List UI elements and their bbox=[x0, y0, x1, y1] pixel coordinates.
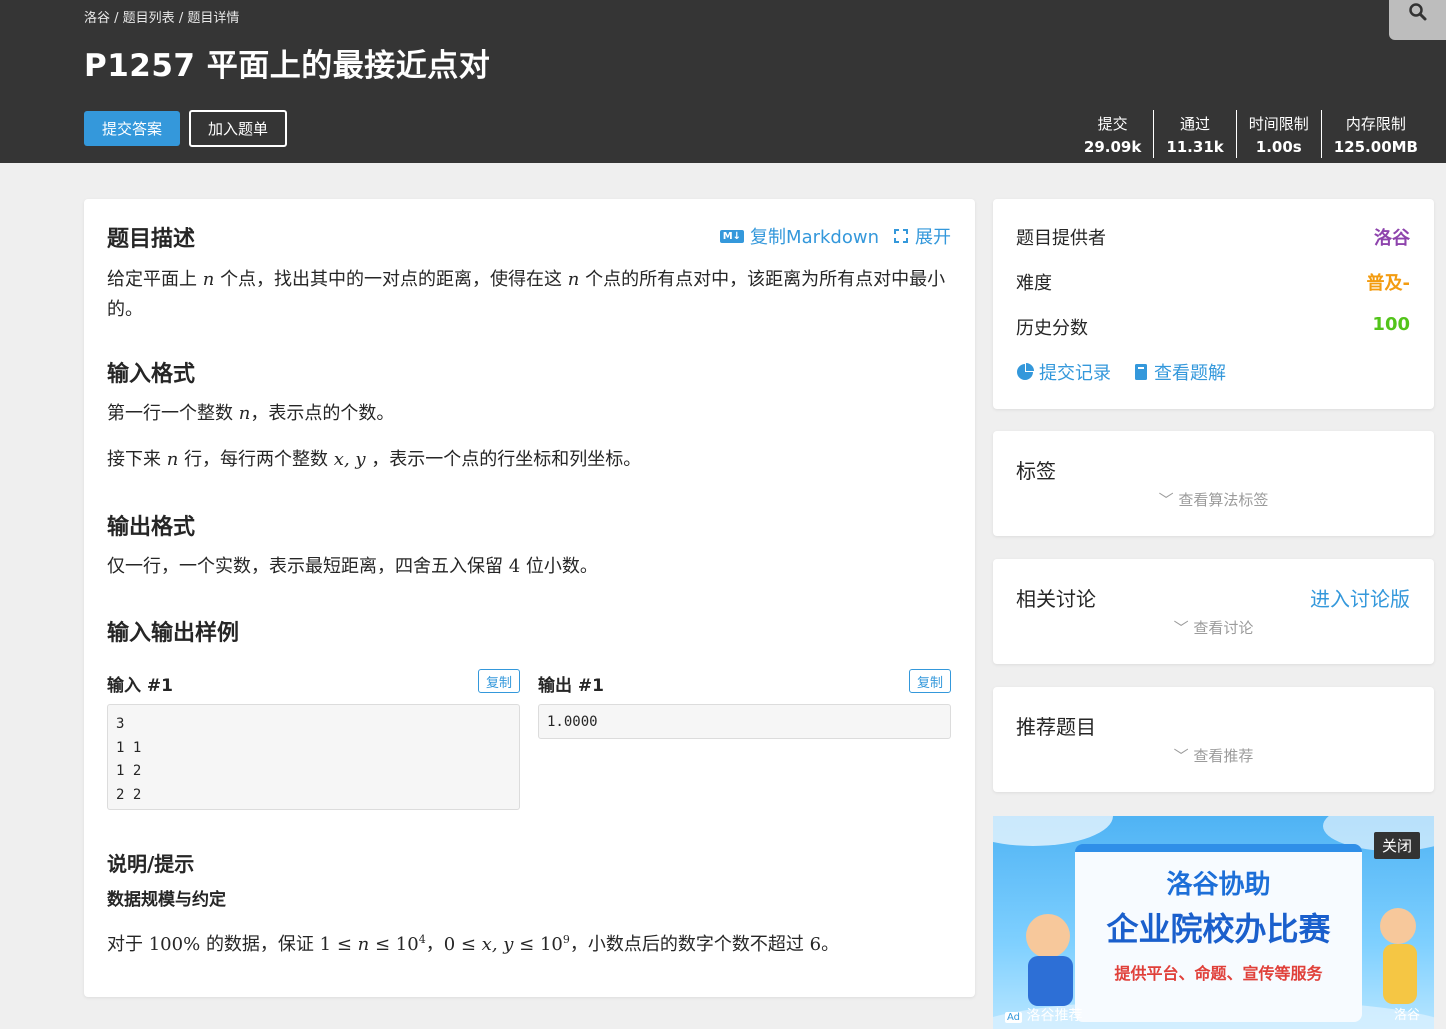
problem-toolbar: M↓ 复制Markdown 展开 bbox=[719, 223, 951, 249]
samples-heading: 输入输出样例 bbox=[107, 621, 240, 646]
chevron-down-icon: ﹀ bbox=[1173, 619, 1189, 637]
difficulty-value: 普及- bbox=[1366, 273, 1410, 294]
provider-link[interactable]: 洛谷 bbox=[1374, 224, 1410, 250]
input-format-line1: 第一行一个整数 n，表示点的个数。 bbox=[107, 403, 395, 424]
problem-content-card: 题目描述 M↓ 复制Markdown 展开 给定平面上 n 个点，找出其中的一对… bbox=[84, 199, 975, 997]
hint-text: 对于 100% 的数据，保证 1 ≤ n ≤ 104，0 ≤ x, y ≤ 10… bbox=[107, 933, 840, 955]
hint-heading: 说明/提示 bbox=[107, 852, 195, 876]
input-format-line2: 接下来 n 行，每行两个整数 x, y ，表示一个点的行坐标和列坐标。 bbox=[107, 449, 642, 470]
discussion-card: 相关讨论 进入讨论版 ﹀ 查看讨论 bbox=[993, 559, 1434, 664]
input-format-heading: 输入格式 bbox=[107, 362, 196, 387]
copy-markdown-button[interactable]: M↓ 复制Markdown bbox=[719, 223, 879, 249]
copy-input-button[interactable]: 复制 bbox=[478, 669, 520, 693]
search-button[interactable] bbox=[1389, 0, 1446, 40]
sample-output-label: 输出 #1 bbox=[538, 676, 604, 696]
expand-icon bbox=[894, 229, 908, 243]
output-format-line: 仅一行，一个实数，表示最短距离，四舍五入保留 4 位小数。 bbox=[107, 556, 598, 577]
breadcrumb-current: 题目详情 bbox=[187, 11, 240, 26]
markdown-icon: M↓ bbox=[719, 229, 745, 243]
tags-title: 标签 bbox=[1016, 459, 1056, 483]
description-heading: 题目描述 bbox=[107, 227, 196, 252]
copy-output-button[interactable]: 复制 bbox=[909, 669, 951, 693]
expand-button[interactable]: 展开 bbox=[893, 223, 951, 249]
sample-output-box[interactable]: 1.0000 bbox=[538, 704, 951, 739]
page-title: P1257 平面上的最接近点对 bbox=[84, 48, 491, 84]
breadcrumb-problem-list[interactable]: 题目列表 bbox=[123, 11, 175, 26]
ad-close-button[interactable]: 关闭 bbox=[1373, 832, 1420, 859]
stat-submissions: 提交 29.09k bbox=[1083, 114, 1142, 156]
provider-row: 题目提供者 洛谷 bbox=[1016, 224, 1410, 250]
score-row: 历史分数 100 bbox=[1016, 314, 1410, 339]
sample-input-label: 输入 #1 bbox=[107, 676, 173, 696]
stat-accepted: 通过 11.31k bbox=[1153, 110, 1235, 158]
ad-badge-icon: Ad bbox=[1005, 1012, 1023, 1023]
ad-banner[interactable]: 洛谷协助 企业院校办比赛 提供平台、命题、宣传等服务 关闭 Ad 洛谷推荐 洛谷 bbox=[993, 816, 1434, 1029]
stat-time-limit: 时间限制 1.00s bbox=[1235, 110, 1321, 158]
description-text: 给定平面上 n 个点，找出其中的一对点的距离，使得在这 n 个点的所有点对中，该… bbox=[107, 269, 946, 320]
book-icon bbox=[1135, 364, 1147, 380]
pie-chart-icon bbox=[1017, 363, 1034, 380]
breadcrumb-home[interactable]: 洛谷 bbox=[84, 11, 110, 26]
problem-stats: 提交 29.09k 通过 11.31k 时间限制 1.00s 内存限制 125.… bbox=[1072, 110, 1430, 158]
enter-discussion-link[interactable]: 进入讨论版 bbox=[1310, 583, 1410, 612]
chevron-down-icon: ﹀ bbox=[1158, 491, 1174, 509]
add-to-list-button[interactable]: 加入题单 bbox=[189, 110, 287, 147]
hint-subheading: 数据规模与约定 bbox=[107, 890, 226, 910]
view-discussion-toggle[interactable]: ﹀ 查看讨论 bbox=[993, 617, 1434, 638]
ad-brand: 洛谷 bbox=[1393, 1008, 1420, 1023]
difficulty-row: 难度 普及- bbox=[1016, 269, 1410, 295]
sample-input-box[interactable]: 3 1 1 1 2 2 2 bbox=[107, 704, 520, 810]
view-tags-toggle[interactable]: ﹀ 查看算法标签 bbox=[993, 489, 1434, 510]
stat-memory-limit: 内存限制 125.00MB bbox=[1320, 110, 1430, 158]
chevron-down-icon: ﹀ bbox=[1173, 747, 1189, 765]
breadcrumb: 洛谷 / 题目列表 / 题目详情 bbox=[84, 11, 240, 26]
submission-records-link[interactable]: 提交记录 bbox=[1016, 359, 1111, 385]
search-icon bbox=[1409, 3, 1427, 21]
submit-answer-button[interactable]: 提交答案 bbox=[84, 111, 180, 146]
problem-info-card: 题目提供者 洛谷 难度 普及- 历史分数 100 提交记录 查看题解 bbox=[993, 199, 1434, 409]
view-recommend-toggle[interactable]: ﹀ 查看推荐 bbox=[993, 745, 1434, 766]
ad-label: Ad 洛谷推荐 bbox=[1005, 1008, 1083, 1024]
tags-card: 标签 ﹀ 查看算法标签 bbox=[993, 431, 1434, 536]
discussion-title: 相关讨论 bbox=[1016, 587, 1096, 611]
output-format-heading: 输出格式 bbox=[107, 515, 196, 540]
ad-board: 洛谷协助 企业院校办比赛 提供平台、命题、宣传等服务 bbox=[1075, 844, 1362, 1022]
recommend-card: 推荐题目 ﹀ 查看推荐 bbox=[993, 687, 1434, 792]
score-value: 100 bbox=[1372, 314, 1410, 335]
view-solutions-link[interactable]: 查看题解 bbox=[1133, 359, 1226, 385]
info-links: 提交记录 查看题解 bbox=[1016, 359, 1226, 385]
problem-header: 洛谷 / 题目列表 / 题目详情 P1257 平面上的最接近点对 提交答案 加入… bbox=[0, 0, 1446, 163]
recommend-title: 推荐题目 bbox=[1016, 715, 1096, 739]
